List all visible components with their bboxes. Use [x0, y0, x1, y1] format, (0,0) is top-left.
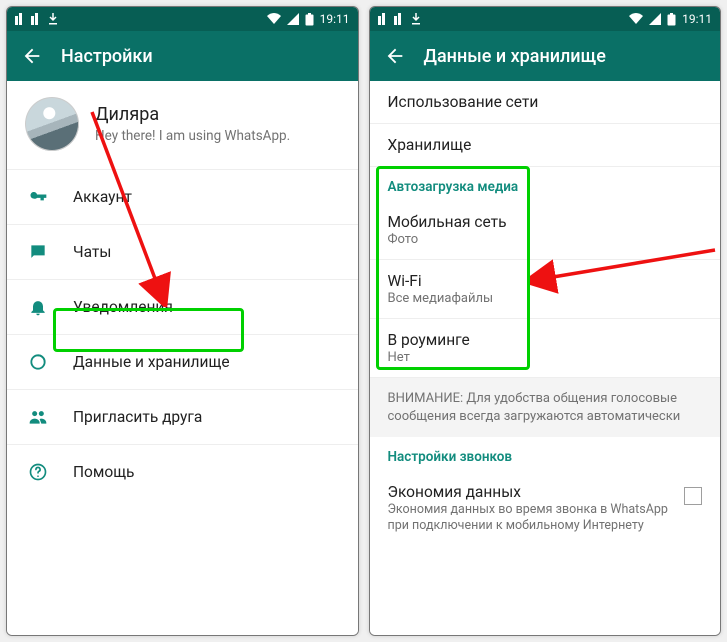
settings-row-label: Уведомления [73, 298, 173, 316]
back-icon[interactable] [384, 45, 406, 67]
settings-row-chats[interactable]: Чаты [7, 225, 358, 280]
settings-row-data-storage[interactable]: Данные и хранилище [7, 335, 358, 390]
status-time: 19:11 [320, 12, 350, 26]
section-header-autodownload: Автозагрузка медиа [370, 167, 721, 201]
download-icon [410, 13, 422, 25]
battery-icon [667, 13, 676, 26]
wifi-icon [629, 13, 643, 25]
checkbox-low-data[interactable] [684, 487, 702, 505]
profile-subtitle: Hey there! I am using WhatsApp. [95, 128, 290, 144]
row-network-usage[interactable]: Использование сети [370, 81, 721, 124]
settings-row-label: Пригласить друга [73, 408, 202, 426]
row-subtitle: Все медиафайлы [388, 291, 703, 306]
status-time: 19:11 [682, 12, 712, 26]
row-subtitle: Экономия данных во время звонка в WhatsA… [388, 502, 673, 535]
settings-row-label: Аккаунт [73, 188, 132, 206]
signal-icon [649, 13, 661, 25]
profile-name: Диляра [95, 104, 290, 127]
download-icon [47, 13, 59, 25]
avatar [25, 97, 79, 151]
settings-row-account[interactable]: Аккаунт [7, 170, 358, 225]
row-title: В роуминге [388, 331, 703, 349]
statusbar-indicator-icon [31, 13, 41, 25]
settings-row-invite[interactable]: Пригласить друга [7, 390, 358, 445]
status-bar: 19:11 [7, 7, 358, 31]
row-low-data[interactable]: Экономия данных Экономия данных во время… [370, 471, 721, 547]
row-roaming[interactable]: В роуминге Нет [370, 319, 721, 378]
wifi-icon [267, 13, 281, 25]
row-subtitle: Фото [388, 232, 703, 247]
bell-icon [27, 296, 49, 318]
settings-row-label: Данные и хранилище [73, 353, 230, 371]
chat-icon [27, 241, 49, 263]
key-icon [27, 186, 49, 208]
signal-icon [287, 13, 299, 25]
people-icon [27, 406, 49, 428]
profile-row[interactable]: Диляра Hey there! I am using WhatsApp. [7, 81, 358, 170]
battery-icon [305, 13, 314, 26]
phone-data-storage: 19:11 Данные и хранилище Использование с… [369, 6, 722, 636]
app-bar: Настройки [7, 31, 358, 81]
row-storage[interactable]: Хранилище [370, 124, 721, 167]
row-title: Мобильная сеть [388, 213, 703, 231]
statusbar-indicator-icon [15, 13, 25, 25]
voice-note-warning: ВНИМАНИЕ: Для удобства общения голосовые… [370, 378, 721, 437]
app-bar-title: Настройки [61, 46, 153, 67]
statusbar-indicator-icon [378, 13, 388, 25]
row-subtitle: Нет [388, 350, 703, 365]
back-icon[interactable] [21, 45, 43, 67]
row-title: Wi-Fi [388, 272, 703, 290]
row-title: Экономия данных [388, 483, 673, 501]
phone-settings: 19:11 Настройки Диляра Hey there! I am u… [6, 6, 359, 636]
app-bar: Данные и хранилище [370, 31, 721, 81]
row-mobile-data[interactable]: Мобильная сеть Фото [370, 201, 721, 260]
row-wifi[interactable]: Wi-Fi Все медиафайлы [370, 260, 721, 319]
row-title: Хранилище [388, 136, 703, 154]
data-usage-icon [27, 351, 49, 373]
settings-row-help[interactable]: Помощь [7, 445, 358, 499]
settings-row-notifications[interactable]: Уведомления [7, 280, 358, 335]
app-bar-title: Данные и хранилище [424, 46, 606, 67]
section-header-calls: Настройки звонков [370, 437, 721, 471]
row-title: Использование сети [388, 93, 703, 111]
settings-row-label: Помощь [73, 463, 134, 481]
settings-row-label: Чаты [73, 243, 111, 261]
status-bar: 19:11 [370, 7, 721, 31]
statusbar-indicator-icon [394, 13, 404, 25]
help-icon [27, 461, 49, 483]
